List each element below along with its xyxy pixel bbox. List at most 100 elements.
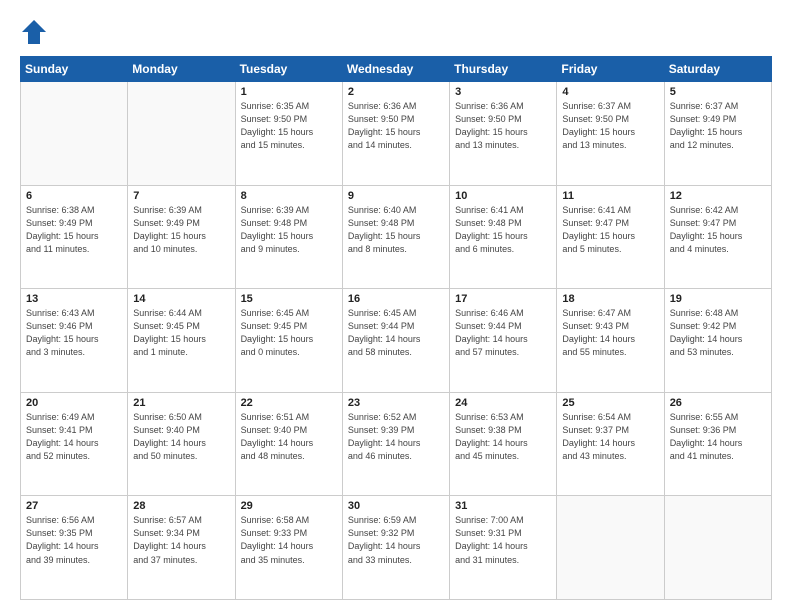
- day-number: 16: [348, 293, 444, 305]
- day-number: 7: [133, 190, 229, 202]
- calendar-week-row: 13 Sunrise: 6:43 AM Sunset: 9:46 PM Dayli…: [21, 289, 772, 393]
- calendar-cell: 20 Sunrise: 6:49 AM Sunset: 9:41 PM Dayli…: [21, 392, 128, 496]
- weekday-header-friday: Friday: [557, 57, 664, 82]
- day-info: Sunrise: 6:36 AM Sunset: 9:50 PM Dayligh…: [455, 100, 551, 152]
- calendar-cell: 29 Sunrise: 6:58 AM Sunset: 9:33 PM Dayli…: [235, 496, 342, 600]
- day-info: Sunrise: 6:45 AM Sunset: 9:45 PM Dayligh…: [241, 307, 337, 359]
- day-number: 14: [133, 293, 229, 305]
- day-info: Sunrise: 7:00 AM Sunset: 9:31 PM Dayligh…: [455, 514, 551, 566]
- calendar-cell: 22 Sunrise: 6:51 AM Sunset: 9:40 PM Dayli…: [235, 392, 342, 496]
- day-number: 27: [26, 500, 122, 512]
- day-number: 28: [133, 500, 229, 512]
- calendar-cell: 16Sunrise: 6:45 AM Sunset: 9:44 PM Dayli…: [342, 289, 449, 393]
- day-number: 15: [241, 293, 337, 305]
- calendar-cell: 9 Sunrise: 6:40 AM Sunset: 9:48 PM Daylig…: [342, 185, 449, 289]
- weekday-header-tuesday: Tuesday: [235, 57, 342, 82]
- weekday-header-saturday: Saturday: [664, 57, 771, 82]
- calendar-week-row: 6 Sunrise: 6:38 AM Sunset: 9:49 PM Daylig…: [21, 185, 772, 289]
- logo: [20, 18, 52, 46]
- day-info: Sunrise: 6:52 AM Sunset: 9:39 PM Dayligh…: [348, 411, 444, 463]
- day-info: Sunrise: 6:35 AM Sunset: 9:50 PM Dayligh…: [241, 100, 337, 152]
- day-info: Sunrise: 6:40 AM Sunset: 9:48 PM Dayligh…: [348, 204, 444, 256]
- day-info: Sunrise: 6:59 AM Sunset: 9:32 PM Dayligh…: [348, 514, 444, 566]
- calendar-cell: 3 Sunrise: 6:36 AM Sunset: 9:50 PM Daylig…: [450, 82, 557, 186]
- day-number: 12: [670, 190, 766, 202]
- day-info: Sunrise: 6:43 AM Sunset: 9:46 PM Dayligh…: [26, 307, 122, 359]
- header: [20, 18, 772, 46]
- weekday-header-sunday: Sunday: [21, 57, 128, 82]
- day-info: Sunrise: 6:58 AM Sunset: 9:33 PM Dayligh…: [241, 514, 337, 566]
- weekday-header-monday: Monday: [128, 57, 235, 82]
- day-info: Sunrise: 6:47 AM Sunset: 9:43 PM Dayligh…: [562, 307, 658, 359]
- calendar-cell: 12Sunrise: 6:42 AM Sunset: 9:47 PM Dayli…: [664, 185, 771, 289]
- day-number: 10: [455, 190, 551, 202]
- calendar-cell: 2Sunrise: 6:36 AM Sunset: 9:50 PM Daylig…: [342, 82, 449, 186]
- calendar-cell: 18 Sunrise: 6:47 AM Sunset: 9:43 PM Dayli…: [557, 289, 664, 393]
- day-info: Sunrise: 6:39 AM Sunset: 9:49 PM Dayligh…: [133, 204, 229, 256]
- day-number: 5: [670, 86, 766, 98]
- day-number: 31: [455, 500, 551, 512]
- day-info: Sunrise: 6:57 AM Sunset: 9:34 PM Dayligh…: [133, 514, 229, 566]
- page: SundayMondayTuesdayWednesdayThursdayFrid…: [0, 0, 792, 612]
- day-number: 9: [348, 190, 444, 202]
- day-info: Sunrise: 6:54 AM Sunset: 9:37 PM Dayligh…: [562, 411, 658, 463]
- calendar-cell: 6 Sunrise: 6:38 AM Sunset: 9:49 PM Daylig…: [21, 185, 128, 289]
- day-number: 13: [26, 293, 122, 305]
- day-number: 18: [562, 293, 658, 305]
- day-number: 4: [562, 86, 658, 98]
- day-info: Sunrise: 6:37 AM Sunset: 9:50 PM Dayligh…: [562, 100, 658, 152]
- day-info: Sunrise: 6:51 AM Sunset: 9:40 PM Dayligh…: [241, 411, 337, 463]
- calendar-cell: 27Sunrise: 6:56 AM Sunset: 9:35 PM Dayli…: [21, 496, 128, 600]
- calendar-cell: 5 Sunrise: 6:37 AM Sunset: 9:49 PM Daylig…: [664, 82, 771, 186]
- day-info: Sunrise: 6:50 AM Sunset: 9:40 PM Dayligh…: [133, 411, 229, 463]
- calendar-week-row: 27Sunrise: 6:56 AM Sunset: 9:35 PM Dayli…: [21, 496, 772, 600]
- calendar-cell: 7 Sunrise: 6:39 AM Sunset: 9:49 PM Daylig…: [128, 185, 235, 289]
- day-number: 25: [562, 397, 658, 409]
- calendar-cell: 15 Sunrise: 6:45 AM Sunset: 9:45 PM Dayli…: [235, 289, 342, 393]
- day-info: Sunrise: 6:37 AM Sunset: 9:49 PM Dayligh…: [670, 100, 766, 152]
- calendar-cell: 28 Sunrise: 6:57 AM Sunset: 9:34 PM Dayli…: [128, 496, 235, 600]
- day-info: Sunrise: 6:41 AM Sunset: 9:47 PM Dayligh…: [562, 204, 658, 256]
- day-number: 11: [562, 190, 658, 202]
- calendar-cell: 23 Sunrise: 6:52 AM Sunset: 9:39 PM Dayli…: [342, 392, 449, 496]
- day-number: 19: [670, 293, 766, 305]
- weekday-header-row: SundayMondayTuesdayWednesdayThursdayFrid…: [21, 57, 772, 82]
- calendar-cell: 10 Sunrise: 6:41 AM Sunset: 9:48 PM Dayli…: [450, 185, 557, 289]
- day-info: Sunrise: 6:36 AM Sunset: 9:50 PM Dayligh…: [348, 100, 444, 152]
- calendar-cell: 1 Sunrise: 6:35 AM Sunset: 9:50 PM Daylig…: [235, 82, 342, 186]
- day-number: 6: [26, 190, 122, 202]
- calendar-cell: 30 Sunrise: 6:59 AM Sunset: 9:32 PM Dayli…: [342, 496, 449, 600]
- day-number: 22: [241, 397, 337, 409]
- day-info: Sunrise: 6:46 AM Sunset: 9:44 PM Dayligh…: [455, 307, 551, 359]
- day-info: Sunrise: 6:53 AM Sunset: 9:38 PM Dayligh…: [455, 411, 551, 463]
- day-number: 21: [133, 397, 229, 409]
- day-number: 29: [241, 500, 337, 512]
- calendar-cell: 8Sunrise: 6:39 AM Sunset: 9:48 PM Daylig…: [235, 185, 342, 289]
- day-info: Sunrise: 6:48 AM Sunset: 9:42 PM Dayligh…: [670, 307, 766, 359]
- calendar-cell: 14Sunrise: 6:44 AM Sunset: 9:45 PM Dayli…: [128, 289, 235, 393]
- day-number: 8: [241, 190, 337, 202]
- calendar-cell: [557, 496, 664, 600]
- calendar-cell: 31 Sunrise: 7:00 AM Sunset: 9:31 PM Dayli…: [450, 496, 557, 600]
- calendar-week-row: 1 Sunrise: 6:35 AM Sunset: 9:50 PM Daylig…: [21, 82, 772, 186]
- calendar-cell: [128, 82, 235, 186]
- day-number: 1: [241, 86, 337, 98]
- calendar-cell: 21 Sunrise: 6:50 AM Sunset: 9:40 PM Dayli…: [128, 392, 235, 496]
- calendar-cell: [664, 496, 771, 600]
- day-number: 20: [26, 397, 122, 409]
- calendar-cell: 17Sunrise: 6:46 AM Sunset: 9:44 PM Dayli…: [450, 289, 557, 393]
- calendar-table: SundayMondayTuesdayWednesdayThursdayFrid…: [20, 56, 772, 600]
- day-number: 23: [348, 397, 444, 409]
- calendar-cell: 4 Sunrise: 6:37 AM Sunset: 9:50 PM Daylig…: [557, 82, 664, 186]
- calendar-cell: 13 Sunrise: 6:43 AM Sunset: 9:46 PM Dayli…: [21, 289, 128, 393]
- calendar-cell: [21, 82, 128, 186]
- day-number: 24: [455, 397, 551, 409]
- calendar-cell: 26Sunrise: 6:55 AM Sunset: 9:36 PM Dayli…: [664, 392, 771, 496]
- day-info: Sunrise: 6:38 AM Sunset: 9:49 PM Dayligh…: [26, 204, 122, 256]
- logo-icon: [20, 18, 48, 46]
- day-info: Sunrise: 6:41 AM Sunset: 9:48 PM Dayligh…: [455, 204, 551, 256]
- day-number: 3: [455, 86, 551, 98]
- day-info: Sunrise: 6:49 AM Sunset: 9:41 PM Dayligh…: [26, 411, 122, 463]
- day-number: 30: [348, 500, 444, 512]
- day-info: Sunrise: 6:55 AM Sunset: 9:36 PM Dayligh…: [670, 411, 766, 463]
